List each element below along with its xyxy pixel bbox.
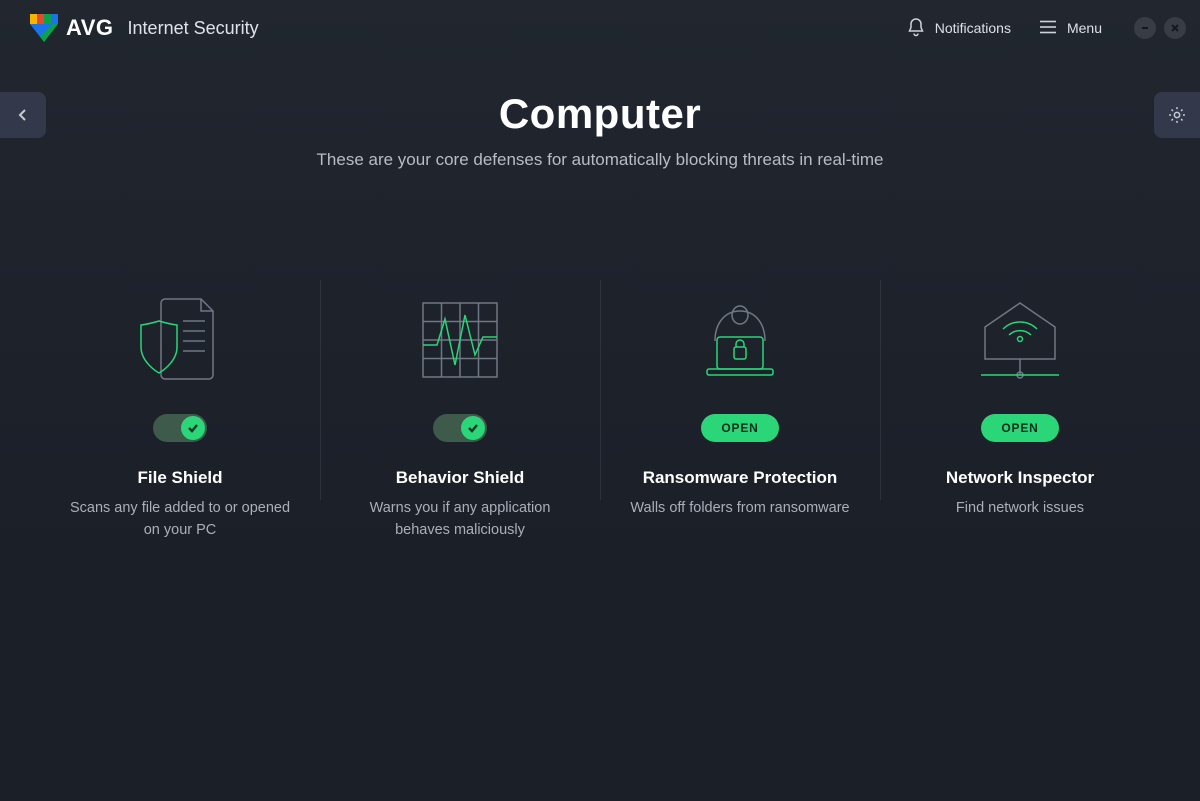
brand-name: AVG <box>66 15 114 41</box>
menu-label: Menu <box>1067 20 1102 36</box>
card-title: Behavior Shield <box>344 468 576 488</box>
behavior-shield-icon <box>344 280 576 400</box>
settings-button[interactable] <box>1154 92 1200 138</box>
card-title: Network Inspector <box>904 468 1136 488</box>
network-inspector-icon <box>904 280 1136 400</box>
file-shield-icon <box>64 280 296 400</box>
card-title: Ransomware Protection <box>624 468 856 488</box>
ransomware-open-button[interactable]: OPEN <box>701 414 778 442</box>
chevron-left-icon <box>15 107 31 123</box>
card-ransomware-protection[interactable]: OPEN Ransomware Protection Walls off fol… <box>600 280 880 542</box>
feature-cards: File Shield Scans any file added to or o… <box>0 280 1200 542</box>
bell-icon <box>907 17 925 40</box>
ransomware-icon <box>624 280 856 400</box>
close-button[interactable] <box>1164 17 1186 39</box>
card-behavior-shield[interactable]: Behavior Shield Warns you if any applica… <box>320 280 600 542</box>
card-network-inspector[interactable]: OPEN Network Inspector Find network issu… <box>880 280 1160 542</box>
logo: AVG Internet Security <box>30 14 259 42</box>
titlebar: AVG Internet Security Notifications Menu <box>0 0 1200 56</box>
notifications-button[interactable]: Notifications <box>893 11 1025 46</box>
network-inspector-open-button[interactable]: OPEN <box>981 414 1058 442</box>
file-shield-toggle[interactable] <box>153 414 207 442</box>
logo-mark-icon <box>30 14 58 42</box>
card-desc: Walls off folders from ransomware <box>624 498 856 520</box>
notifications-label: Notifications <box>935 20 1011 36</box>
page-subtitle: These are your core defenses for automat… <box>0 150 1200 170</box>
page-title: Computer <box>0 90 1200 138</box>
hamburger-icon <box>1039 20 1057 37</box>
gear-icon <box>1167 105 1187 125</box>
card-title: File Shield <box>64 468 296 488</box>
product-name: Internet Security <box>128 18 259 39</box>
behavior-shield-toggle[interactable] <box>433 414 487 442</box>
menu-button[interactable]: Menu <box>1025 14 1116 43</box>
card-desc: Find network issues <box>904 498 1136 520</box>
back-button[interactable] <box>0 92 46 138</box>
card-file-shield[interactable]: File Shield Scans any file added to or o… <box>40 280 320 542</box>
page-header: Computer These are your core defenses fo… <box>0 90 1200 170</box>
card-desc: Warns you if any application behaves mal… <box>344 498 576 542</box>
minimize-button[interactable] <box>1134 17 1156 39</box>
card-desc: Scans any file added to or opened on you… <box>64 498 296 542</box>
